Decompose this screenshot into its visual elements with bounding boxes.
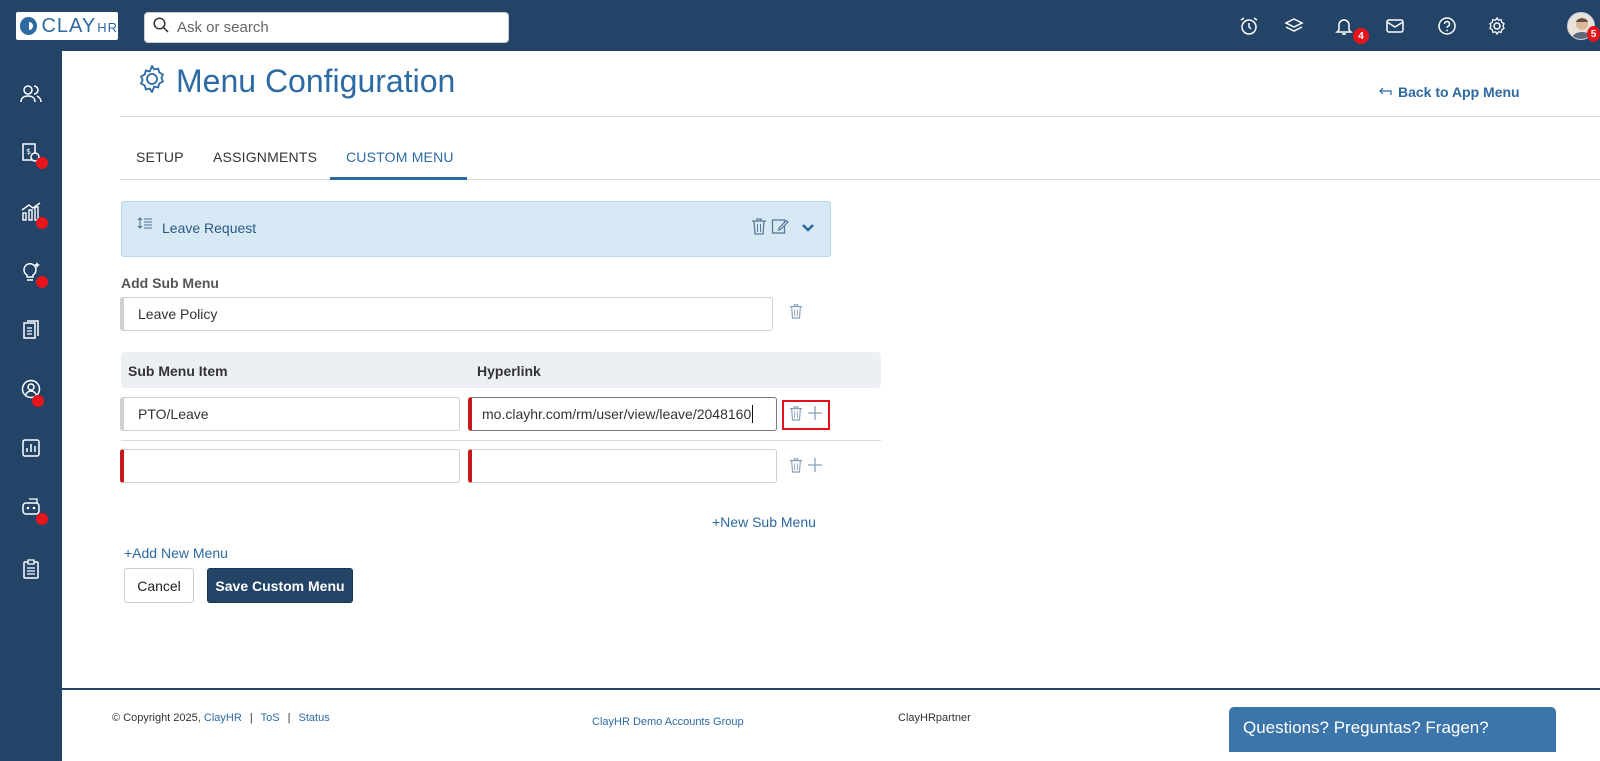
copyright-text: © Copyright 2025, (112, 712, 201, 724)
search-icon (153, 17, 169, 38)
add-new-menu-link[interactable]: +Add New Menu (124, 545, 228, 561)
footer-group-text: ClayHR Demo Accounts Group (592, 716, 744, 728)
sub-menu-item-field[interactable]: PTO/Leave (120, 397, 460, 431)
search-box[interactable] (144, 12, 509, 43)
sidebar-alert-dot (36, 276, 48, 288)
menu-card-actions (751, 217, 815, 240)
help-chat-widget[interactable]: Questions? Preguntas? Fragen? (1229, 707, 1556, 752)
svg-text:$: $ (26, 147, 31, 156)
row-actions (789, 457, 823, 478)
help-icon[interactable] (1435, 14, 1459, 38)
footer-separator: | (287, 712, 291, 724)
sidebar-people-icon[interactable] (16, 79, 46, 109)
add-sub-menu-label: Add Sub Menu (121, 275, 219, 291)
save-custom-menu-button[interactable]: Save Custom Menu (207, 568, 353, 603)
column-sub-menu-item: Sub Menu Item (128, 363, 228, 379)
layers-icon[interactable] (1282, 14, 1306, 38)
mail-icon[interactable] (1383, 14, 1407, 38)
active-tab-indicator (330, 177, 467, 180)
sidebar-alert-dot (32, 395, 44, 407)
row-divider (121, 440, 881, 441)
cancel-button[interactable]: Cancel (124, 568, 194, 603)
avatar-badge: 5 (1587, 26, 1600, 42)
sidebar-alert-dot (36, 157, 48, 169)
page-header: Menu Configuration (136, 63, 455, 100)
gear-icon (136, 63, 168, 100)
clayhr-logo[interactable]: CLAYHR (16, 12, 118, 40)
sub-menu-name-value: Leave Policy (138, 306, 218, 322)
footer-divider (62, 688, 1600, 690)
back-arrow-icon (1378, 87, 1392, 97)
footer-group-link[interactable]: ClayHR Demo Accounts Group (592, 716, 744, 728)
sidebar-checklist-icon[interactable] (16, 554, 46, 584)
sidebar-reports-icon[interactable] (16, 433, 46, 463)
notification-badge: 4 (1353, 28, 1369, 44)
tab-assignments[interactable]: ASSIGNMENTS (213, 149, 317, 165)
sidebar-documents-icon[interactable] (16, 315, 46, 345)
page-title: Menu Configuration (176, 63, 456, 99)
text-cursor (752, 405, 754, 423)
footer-separator: | (249, 712, 253, 724)
sub-menu-item-field-empty[interactable] (120, 449, 460, 483)
menu-card-label: Leave Request (162, 220, 257, 236)
header-divider (120, 116, 1600, 117)
delete-trash-icon[interactable] (751, 217, 767, 240)
top-bar: CLAYHR 4 5 (0, 0, 1600, 51)
hyperlink-field-empty[interactable] (468, 449, 777, 483)
menu-card-leave-request[interactable]: Leave Request (121, 201, 831, 257)
delete-row-trash-icon[interactable] (789, 457, 803, 478)
footer-copyright: © Copyright 2025, ClayHR | ToS | Status (112, 712, 330, 724)
column-hyperlink: Hyperlink (477, 363, 541, 379)
logo-text: CLAYHR (41, 14, 118, 37)
alarm-clock-icon[interactable] (1237, 14, 1261, 38)
hyperlink-field[interactable]: mo.clayhr.com/rm/user/view/leave/2048160 (468, 397, 777, 431)
search-input[interactable] (177, 19, 497, 36)
footer-status-link[interactable]: Status (299, 712, 330, 724)
main-content: Menu Configuration Back to App Menu SETU… (62, 51, 1600, 761)
footer-tos-link[interactable]: ToS (261, 712, 280, 724)
highlight-annotation-box (782, 400, 830, 430)
sub-menu-table-header: Sub Menu Item Hyperlink (121, 352, 881, 388)
sort-list-icon[interactable] (137, 217, 153, 236)
hyperlink-value: mo.clayhr.com/rm/user/view/leave/2048160 (482, 406, 752, 422)
tab-bar: SETUP ASSIGNMENTS CUSTOM MENU (120, 139, 1600, 180)
sidebar-alert-dot (36, 217, 48, 229)
delete-sub-menu-trash-icon[interactable] (789, 303, 803, 324)
edit-pencil-icon[interactable] (771, 217, 789, 240)
footer-clayhr-link[interactable]: ClayHR (204, 712, 242, 724)
settings-gear-icon[interactable] (1485, 14, 1509, 38)
left-sidebar: $ (0, 51, 62, 761)
tab-custom-menu[interactable]: CUSTOM MENU (346, 149, 454, 165)
sub-menu-name-field[interactable]: Leave Policy (120, 297, 773, 331)
tab-setup[interactable]: SETUP (136, 149, 184, 165)
back-link-label: Back to App Menu (1398, 84, 1520, 100)
add-row-plus-icon[interactable] (807, 457, 823, 478)
logo-mark-icon (20, 17, 38, 35)
new-sub-menu-link[interactable]: +New Sub Menu (712, 514, 816, 530)
sub-menu-item-value: PTO/Leave (138, 406, 209, 422)
chevron-down-icon[interactable] (801, 220, 815, 238)
sidebar-alert-dot (36, 513, 48, 525)
back-to-app-menu-link[interactable]: Back to App Menu (1378, 84, 1520, 100)
footer-partner: ClayHRpartner (898, 712, 971, 724)
